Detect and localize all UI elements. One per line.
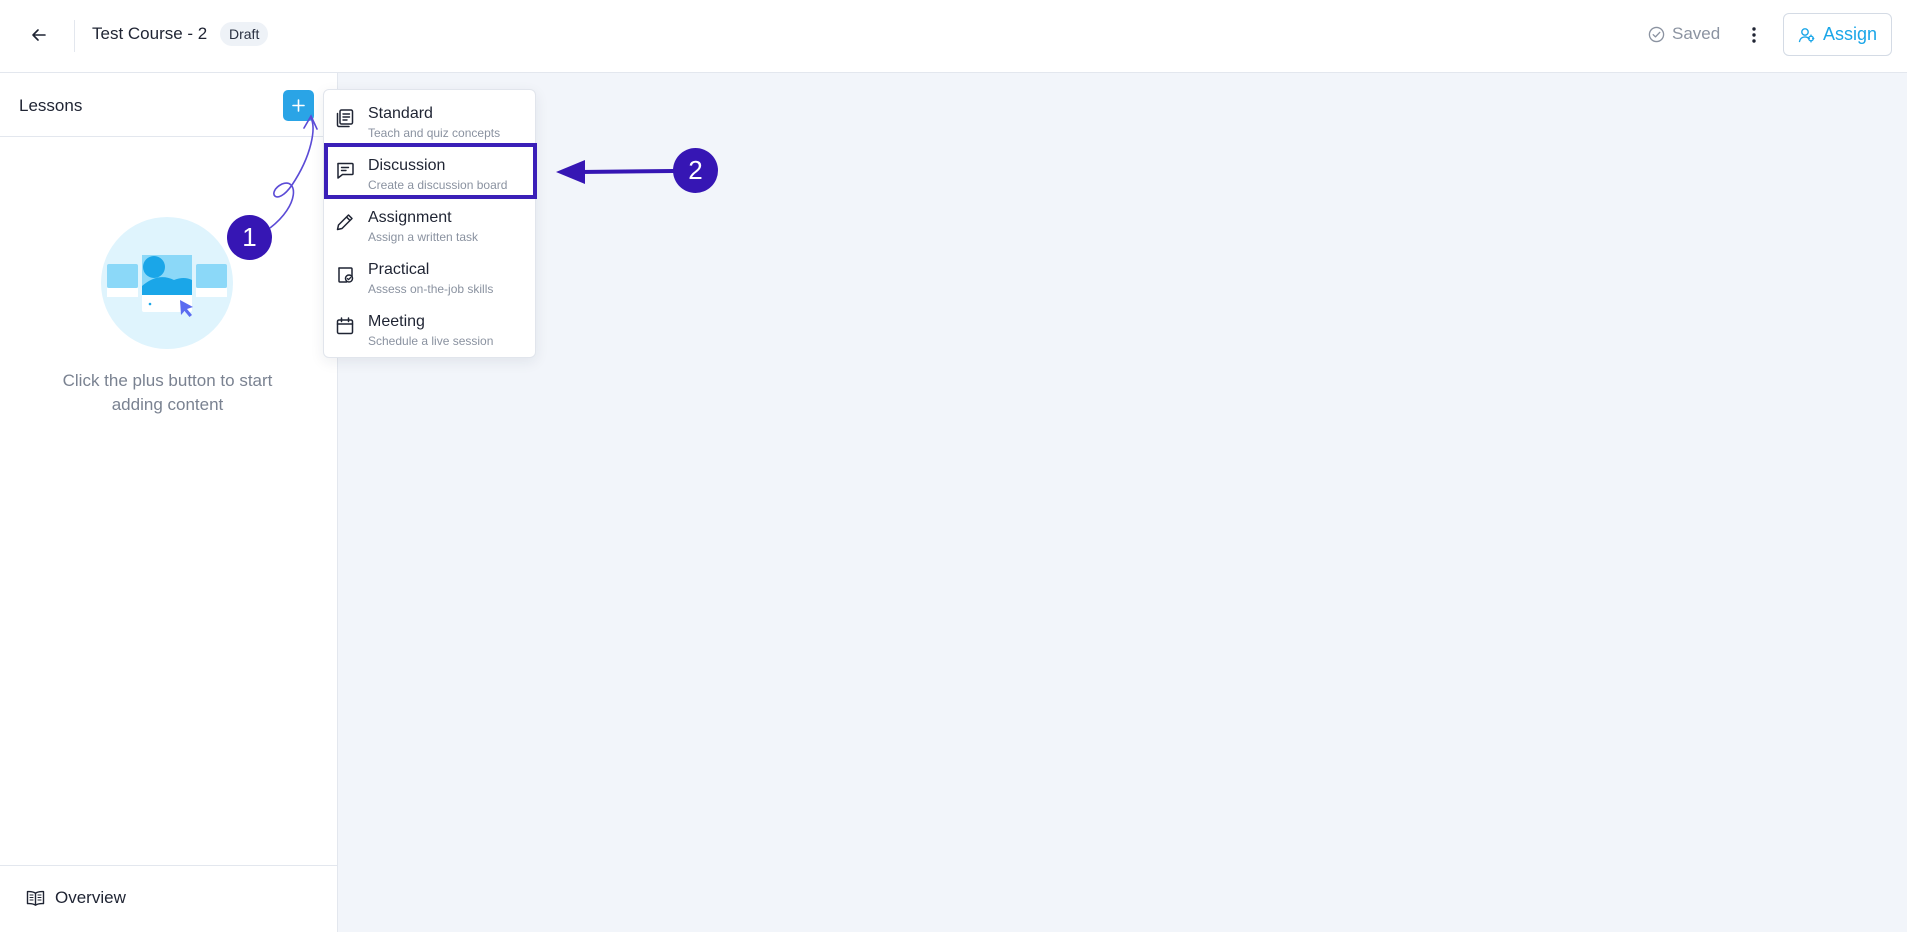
overview-label: Overview — [55, 888, 126, 907]
add-lesson-menu: Standard Teach and quiz concepts Discuss… — [323, 89, 536, 358]
menu-item-description: Assess on-the-job skills — [368, 282, 494, 296]
menu-item-label: Meeting — [368, 313, 425, 330]
chat-icon — [337, 162, 354, 179]
empty-state-illustration — [101, 217, 233, 349]
lessons-title: Lessons — [19, 96, 83, 115]
open-book-icon — [26, 890, 45, 906]
plus-icon — [292, 99, 305, 112]
menu-item-discussion[interactable]: Discussion Create a discussion board — [324, 145, 535, 197]
menu-item-description: Teach and quiz concepts — [368, 126, 501, 140]
menu-item-label: Assignment — [368, 209, 452, 226]
pencil-icon — [336, 214, 353, 231]
menu-item-label: Practical — [368, 261, 430, 278]
step-marker-1: 1 — [227, 215, 272, 260]
calendar-icon — [336, 317, 354, 335]
add-lesson-button[interactable] — [283, 90, 314, 121]
menu-item-description: Create a discussion board — [368, 178, 508, 192]
menu-item-label: Discussion — [368, 157, 446, 174]
sidebar-footer: Overview — [0, 865, 337, 932]
clipboard-check-icon — [338, 267, 354, 283]
assign-button[interactable]: Assign — [1783, 13, 1892, 56]
step-marker-2: 2 — [673, 148, 718, 193]
lessons-sidebar: Lessons Click the plus button to start a… — [0, 73, 338, 932]
menu-item-assignment[interactable]: Assignment Assign a written task — [324, 197, 535, 249]
check-circle-icon — [1648, 26, 1665, 42]
menu-item-description: Schedule a live session — [368, 334, 494, 348]
menu-item-label: Standard — [368, 105, 433, 122]
menu-item-practical[interactable]: Practical Assess on-the-job skills — [324, 249, 535, 301]
menu-item-standard[interactable]: Standard Teach and quiz concepts — [324, 93, 535, 145]
more-options-button[interactable] — [1744, 20, 1764, 50]
pages-icon — [336, 109, 354, 128]
overview-link[interactable]: Overview — [26, 888, 126, 908]
saved-label: Saved — [1672, 24, 1721, 43]
assign-label: Assign — [1822, 24, 1878, 44]
status-badge: Draft — [220, 22, 269, 46]
kebab-menu-icon — [1752, 27, 1756, 43]
back-button[interactable] — [26, 22, 52, 48]
top-bar: Test Course - 2 Draft Saved Assign — [0, 0, 1907, 73]
saved-status: Saved — [1648, 24, 1720, 44]
course-title: Test Course - 2 — [92, 24, 208, 43]
menu-item-description: Assign a written task — [368, 230, 479, 244]
lessons-header: Lessons — [0, 73, 337, 137]
header-divider — [74, 20, 75, 52]
users-icon — [1798, 27, 1815, 43]
menu-item-meeting[interactable]: Meeting Schedule a live session — [324, 301, 535, 353]
arrow-left-icon — [32, 29, 46, 41]
empty-state-text: Click the plus button to start adding co… — [62, 371, 273, 414]
